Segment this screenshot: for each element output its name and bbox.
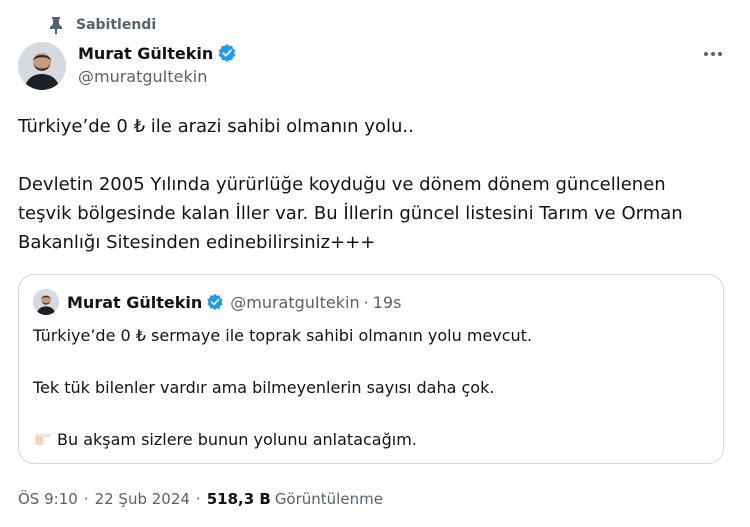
quoted-line-text: Bu akşam sizlere bunun yolunu anlatacağı… bbox=[57, 430, 417, 449]
author-handle[interactable]: @muratguItekin bbox=[78, 67, 237, 86]
more-icon[interactable] bbox=[702, 43, 724, 65]
author-name[interactable]: Murat Gültekin bbox=[78, 44, 213, 63]
quoted-tweet[interactable]: Murat Gültekin @muratguItekin · 19s Türk… bbox=[18, 274, 724, 464]
quoted-line: Tek tük bilenler vardır ama bilmeyenleri… bbox=[33, 378, 495, 397]
pinned-label: Sabitlendi bbox=[76, 17, 157, 33]
tweet-meta: ÖS 9:10 · 22 Şub 2024 · 518,3 B Görüntül… bbox=[18, 488, 383, 510]
tweet-text: Türkiye’de 0 ₺ ile arazi sahibi olmanın … bbox=[18, 112, 730, 257]
avatar-image bbox=[18, 42, 66, 90]
verified-badge-icon bbox=[207, 293, 223, 311]
tweet-line: teşvik bölgesinde kalan İller var. Bu İl… bbox=[18, 203, 683, 224]
pin-icon bbox=[50, 17, 62, 34]
avatar[interactable] bbox=[18, 42, 66, 90]
backhand-index-pointing-right-emoji bbox=[35, 434, 51, 445]
separator-dot: · bbox=[195, 490, 201, 508]
view-count: 518,3 B bbox=[206, 490, 271, 508]
quoted-tweet-text: Türkiye’de 0 ₺ sermaye ile toprak sahibi… bbox=[33, 325, 713, 450]
quoted-avatar-image bbox=[33, 289, 59, 315]
quoted-author-name: Murat Gültekin bbox=[67, 292, 203, 312]
quoted-author-handle: @muratguItekin bbox=[230, 292, 360, 312]
quoted-avatar bbox=[33, 289, 59, 315]
tweet-author: Murat Gültekin @muratguItekin bbox=[78, 42, 237, 86]
verified-badge-icon[interactable] bbox=[217, 43, 237, 63]
tweet-line: Bakanlığı Sitesinden edinebilirsiniz+++ bbox=[18, 232, 376, 253]
tweet-time[interactable]: ÖS 9:10 bbox=[18, 490, 78, 508]
tweet-line: Devletin 2005 Yılında yürürlüğe koyduğu … bbox=[18, 174, 666, 195]
tweet-date[interactable]: 22 Şub 2024 bbox=[95, 490, 190, 508]
separator-dot: · bbox=[363, 292, 369, 312]
quoted-line: Türkiye’de 0 ₺ sermaye ile toprak sahibi… bbox=[33, 326, 533, 345]
pinned-indicator: Sabitlendi bbox=[48, 14, 156, 36]
separator-dot: · bbox=[83, 490, 89, 508]
quoted-tweet-header: Murat Gültekin @muratguItekin · 19s bbox=[33, 289, 401, 315]
tweet-line: Türkiye’de 0 ₺ ile arazi sahibi olmanın … bbox=[18, 116, 414, 137]
quoted-timestamp: 19s bbox=[372, 292, 402, 312]
quoted-line-with-emoji: Bu akşam sizlere bunun yolunu anlatacağı… bbox=[33, 429, 713, 450]
view-count-label: Görüntülenme bbox=[274, 490, 383, 508]
